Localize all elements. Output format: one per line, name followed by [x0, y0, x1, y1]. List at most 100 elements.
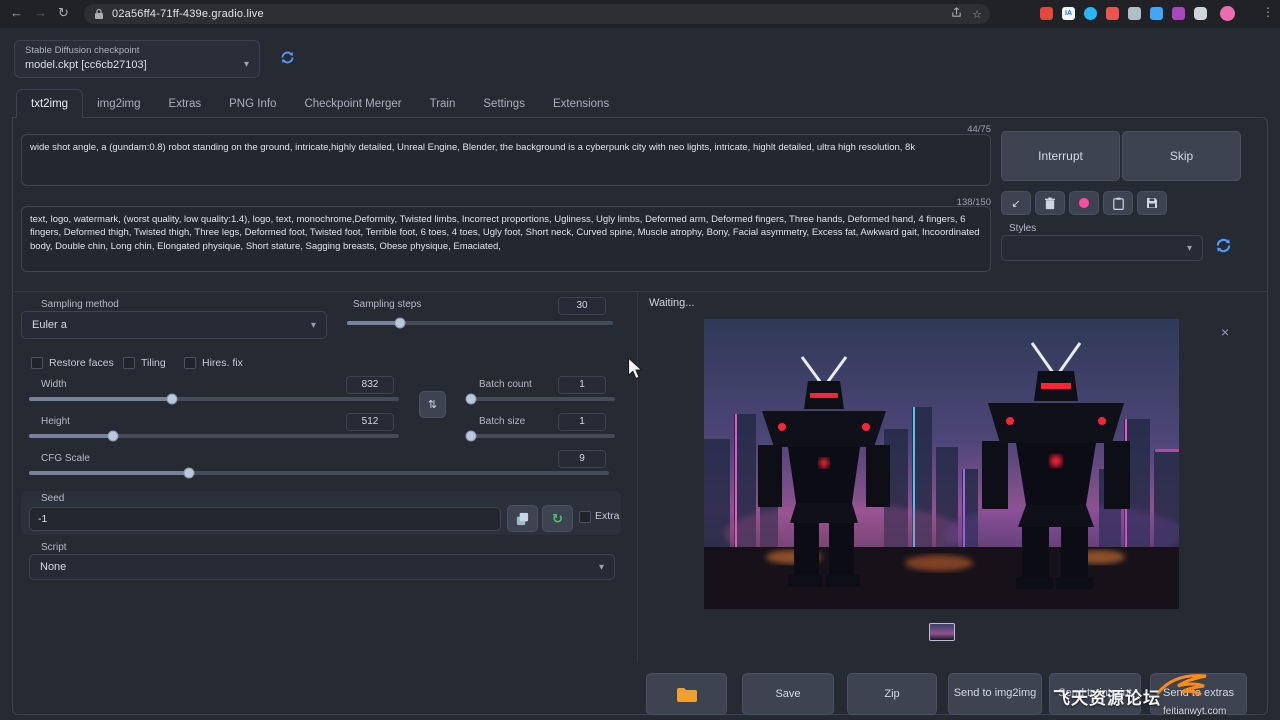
script-dropdown[interactable]: None ▾	[29, 554, 615, 580]
lock-icon	[94, 8, 104, 20]
watermark-wing-icon	[1156, 669, 1208, 704]
batch-size-label: Batch size	[479, 416, 525, 427]
height-label: Height	[41, 416, 70, 427]
open-folder-button[interactable]	[646, 673, 727, 715]
forward-icon[interactable]: →	[34, 5, 47, 20]
batch-count-value[interactable]: 1	[558, 376, 606, 394]
reload-icon[interactable]: ↻	[58, 5, 69, 21]
txt2img-panel: 44/75 wide shot angle, a (gundam:0.8) ro…	[12, 117, 1268, 715]
batch-size-slider[interactable]	[467, 434, 615, 438]
seed-extra-checkbox[interactable]	[579, 511, 591, 523]
profile-avatar[interactable]	[1220, 6, 1235, 21]
extension-icon[interactable]	[1150, 7, 1163, 20]
batch-size-value[interactable]: 1	[558, 413, 606, 431]
extension-icon[interactable]: IA	[1062, 7, 1075, 20]
styles-dropdown[interactable]: ▾	[1001, 235, 1203, 261]
restore-faces-checkbox[interactable]	[31, 357, 43, 369]
watermark-title: 飞天资源论坛	[1053, 684, 1161, 709]
url-text: 02a56ff4-71ff-439e.gradio.live	[112, 8, 264, 20]
prompt-input[interactable]: wide shot angle, a (gundam:0.8) robot st…	[21, 134, 991, 186]
batch-count-label: Batch count	[479, 379, 532, 390]
tab-settings[interactable]: Settings	[469, 89, 539, 118]
batch-count-slider[interactable]	[467, 397, 615, 401]
apply-style-button[interactable]	[1103, 191, 1133, 215]
extension-icon[interactable]	[1128, 7, 1141, 20]
width-value[interactable]: 832	[346, 376, 394, 394]
width-label: Width	[41, 379, 67, 390]
sampling-steps-value[interactable]: 30	[558, 297, 606, 315]
skip-button[interactable]: Skip	[1122, 131, 1241, 181]
close-icon[interactable]: ×	[1221, 324, 1229, 340]
paste-arrow-icon: ↙	[1011, 197, 1020, 210]
zip-button[interactable]: Zip	[847, 673, 937, 715]
tab-png-info[interactable]: PNG Info	[215, 89, 290, 118]
browser-menu-icon[interactable]: ⋮	[1262, 5, 1274, 19]
checkpoint-dropdown[interactable]: Stable Diffusion checkpoint model.ckpt […	[14, 40, 260, 78]
section-divider	[14, 291, 1268, 292]
save-style-button[interactable]	[1137, 191, 1167, 215]
extra-networks-button[interactable]	[1069, 191, 1099, 215]
main-tabs: txt2img img2img Extras PNG Info Checkpoi…	[16, 89, 623, 118]
extension-icon[interactable]	[1040, 7, 1053, 20]
extension-icon[interactable]	[1106, 7, 1119, 20]
width-slider[interactable]	[29, 397, 399, 401]
checkpoint-refresh-button[interactable]	[280, 50, 295, 70]
chevron-down-icon: ▾	[1187, 243, 1192, 254]
progress-status: Waiting...	[649, 297, 694, 309]
interrupt-button[interactable]: Interrupt	[1001, 131, 1120, 181]
seed-extra-label: Extra	[595, 510, 620, 522]
tab-extras[interactable]: Extras	[155, 89, 216, 118]
save-style-icon	[1146, 197, 1158, 209]
hires-fix-checkbox[interactable]	[184, 357, 196, 369]
tab-extensions[interactable]: Extensions	[539, 89, 623, 118]
cfg-scale-value[interactable]: 9	[558, 450, 606, 468]
generated-image[interactable]	[704, 319, 1179, 609]
checkpoint-label: Stable Diffusion checkpoint	[25, 45, 139, 56]
styles-refresh-button[interactable]	[1215, 237, 1232, 259]
recycle-icon: ↻	[552, 511, 563, 527]
clear-prompt-button[interactable]	[1035, 191, 1065, 215]
seed-input[interactable]	[29, 507, 501, 531]
back-icon[interactable]: ←	[10, 5, 23, 20]
clipboard-icon	[1113, 197, 1124, 210]
extension-icon[interactable]	[1172, 7, 1185, 20]
address-bar[interactable]: 02a56ff4-71ff-439e.gradio.live ☆	[84, 4, 990, 24]
bookmark-star-icon[interactable]: ☆	[972, 8, 982, 21]
send-to-img2img-button[interactable]: Send to img2img	[948, 673, 1042, 715]
tab-train[interactable]: Train	[416, 89, 470, 118]
cfg-scale-label: CFG Scale	[41, 453, 90, 464]
swap-dimensions-button[interactable]: ⇅	[419, 391, 446, 418]
height-slider[interactable]	[29, 434, 399, 438]
seed-label: Seed	[41, 493, 64, 504]
gallery-thumbnail[interactable]	[929, 623, 955, 641]
extensions-puzzle-icon[interactable]	[1194, 7, 1207, 20]
cfg-scale-slider[interactable]	[29, 471, 609, 475]
tiling-checkbox[interactable]	[123, 357, 135, 369]
hires-fix-label: Hires. fix	[202, 357, 243, 369]
restore-faces-label: Restore faces	[49, 357, 114, 369]
height-value[interactable]: 512	[346, 413, 394, 431]
save-button[interactable]: Save	[742, 673, 834, 715]
sampling-method-dropdown[interactable]: Euler a ▾	[21, 311, 327, 339]
column-divider	[637, 292, 638, 662]
sampling-steps-slider[interactable]	[347, 321, 613, 325]
chevron-down-icon: ▾	[244, 59, 249, 70]
script-value: None	[40, 561, 66, 573]
negative-prompt-input[interactable]: text, logo, watermark, (worst quality, l…	[21, 206, 991, 272]
chevron-down-icon: ▾	[311, 320, 316, 331]
sampling-steps-label: Sampling steps	[353, 299, 421, 310]
checkpoint-value: model.ckpt [cc6cb27103]	[25, 59, 147, 71]
mouse-cursor	[628, 358, 644, 385]
reuse-seed-button[interactable]: ↻	[542, 505, 573, 532]
paste-params-button[interactable]: ↙	[1001, 191, 1031, 215]
share-icon[interactable]	[951, 5, 962, 23]
tab-txt2img[interactable]: txt2img	[16, 89, 83, 118]
webui-page: Stable Diffusion checkpoint model.ckpt […	[0, 28, 1280, 720]
tab-img2img[interactable]: img2img	[83, 89, 154, 118]
tab-checkpoint-merger[interactable]: Checkpoint Merger	[290, 89, 415, 118]
watermark-domain: feitianwyt.com	[1163, 706, 1226, 717]
tiling-label: Tiling	[141, 357, 166, 369]
folder-icon	[676, 686, 698, 703]
random-seed-button[interactable]	[507, 505, 538, 532]
extension-icon[interactable]	[1084, 7, 1097, 20]
